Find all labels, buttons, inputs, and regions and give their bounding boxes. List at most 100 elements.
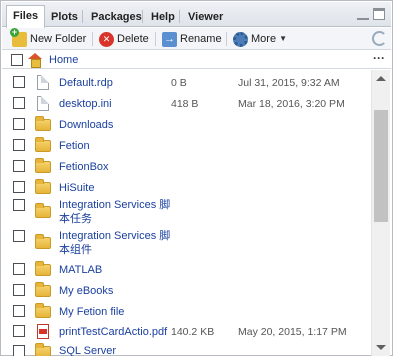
tab-help[interactable]: Help <box>144 6 182 27</box>
more-menu-button[interactable]: More ▼ <box>233 30 287 48</box>
toolbar-divider <box>226 32 227 46</box>
pane-tab-bar: Files Plots Packages Help Viewer <box>2 2 391 28</box>
select-all-checkbox[interactable] <box>11 54 23 66</box>
row-checkbox[interactable] <box>13 118 25 130</box>
list-item[interactable]: Fetion <box>2 136 371 154</box>
files-pane: Files Plots Packages Help Viewer New Fol… <box>0 0 393 356</box>
delete-button[interactable]: Delete <box>99 30 149 48</box>
folder-icon <box>35 158 51 173</box>
folder-icon <box>35 261 51 276</box>
pdf-file-icon <box>37 324 49 339</box>
file-size: 418 B <box>171 98 199 110</box>
gear-icon <box>233 31 248 47</box>
list-item[interactable]: printTestCardActio.pdf 140.2 KB May 20, … <box>2 322 371 340</box>
row-checkbox[interactable] <box>13 263 25 275</box>
file-size: 140.2 KB <box>171 326 215 338</box>
tab-packages[interactable]: Packages <box>84 6 149 27</box>
row-checkbox[interactable] <box>13 181 25 193</box>
list-item[interactable]: Default.rdp 0 B Jul 31, 2015, 9:32 AM <box>2 73 371 91</box>
file-modified: Jul 31, 2015, 9:32 AM <box>238 77 340 89</box>
file-icon <box>37 75 49 90</box>
file-name-link[interactable]: My Fetion file <box>59 305 124 319</box>
toolbar-divider <box>92 32 93 46</box>
rename-button[interactable]: Rename <box>162 30 222 48</box>
more-path-button[interactable]: ··· <box>373 51 385 65</box>
list-item[interactable]: Integration Services 脚 本任务 <box>2 197 371 227</box>
file-name-link[interactable]: Default.rdp <box>59 76 113 90</box>
list-item[interactable]: desktop.ini 418 B Mar 18, 2016, 3:20 PM <box>2 94 371 112</box>
list-item[interactable]: SQL Server <box>2 342 371 356</box>
file-name-link[interactable]: FetionBox <box>59 160 109 174</box>
file-name-link[interactable]: SQL Server <box>59 344 116 356</box>
row-checkbox[interactable] <box>13 160 25 172</box>
file-name-link[interactable]: Downloads <box>59 118 113 132</box>
folder-icon <box>35 282 51 297</box>
list-item[interactable]: FetionBox <box>2 157 371 175</box>
row-checkbox[interactable] <box>13 76 25 88</box>
rename-label: Rename <box>180 33 222 45</box>
list-item[interactable]: Downloads <box>2 115 371 133</box>
minimize-pane-icon[interactable] <box>357 11 369 20</box>
tab-plots[interactable]: Plots <box>44 6 85 27</box>
files-toolbar: New Folder Delete Rename More ▼ <box>2 27 391 50</box>
breadcrumb-home-link[interactable]: Home <box>49 52 78 68</box>
folder-icon <box>35 303 51 318</box>
file-name-link[interactable]: MATLAB <box>59 263 102 277</box>
tab-divider <box>142 10 143 23</box>
scroll-up-arrow-icon[interactable] <box>376 76 386 81</box>
new-folder-label: New Folder <box>30 33 87 45</box>
list-item[interactable]: My Fetion file <box>2 302 371 320</box>
file-list: Default.rdp 0 B Jul 31, 2015, 9:32 AM de… <box>2 70 371 356</box>
file-name-link[interactable]: printTestCardActio.pdf <box>59 325 167 339</box>
more-label: More <box>251 33 277 45</box>
folder-icon <box>35 203 51 218</box>
tab-viewer[interactable]: Viewer <box>181 6 230 27</box>
file-name-link[interactable]: My eBooks <box>59 284 113 298</box>
rename-icon <box>162 31 177 47</box>
row-checkbox[interactable] <box>13 139 25 151</box>
tab-divider <box>82 10 83 23</box>
breadcrumb: Home ··· <box>2 51 391 69</box>
new-folder-button[interactable]: New Folder <box>10 27 87 48</box>
row-checkbox[interactable] <box>13 97 25 109</box>
toolbar-divider <box>155 32 156 46</box>
chevron-down-icon: ▼ <box>279 34 287 43</box>
refresh-icon[interactable] <box>372 31 387 46</box>
vertical-scrollbar[interactable] <box>371 70 390 356</box>
new-folder-icon <box>10 27 27 47</box>
file-name-link[interactable]: HiSuite <box>59 181 94 195</box>
tab-files[interactable]: Files <box>6 5 46 28</box>
folder-icon <box>35 179 51 194</box>
row-checkbox[interactable] <box>13 345 25 356</box>
maximize-pane-icon[interactable] <box>373 8 385 20</box>
file-name-link[interactable]: Fetion <box>59 139 90 153</box>
home-icon[interactable] <box>28 53 42 68</box>
file-name-link-continued[interactable]: 本组件 <box>59 243 92 257</box>
tab-divider <box>179 10 180 23</box>
scrollbar-thumb[interactable] <box>374 110 388 222</box>
file-size: 0 B <box>171 77 187 89</box>
row-checkbox[interactable] <box>13 284 25 296</box>
list-item[interactable]: MATLAB <box>2 260 371 278</box>
list-item[interactable]: Integration Services 脚 本组件 <box>2 228 371 258</box>
folder-icon <box>35 137 51 152</box>
list-item[interactable]: My eBooks <box>2 281 371 299</box>
delete-label: Delete <box>117 33 149 45</box>
file-name-link[interactable]: Integration Services 脚 <box>59 198 170 212</box>
file-name-link-continued[interactable]: 本任务 <box>59 212 92 226</box>
file-modified: Mar 18, 2016, 3:20 PM <box>238 98 345 110</box>
list-item[interactable]: HiSuite <box>2 178 371 196</box>
file-icon <box>37 96 49 111</box>
file-name-link[interactable]: desktop.ini <box>59 97 112 111</box>
file-name-link[interactable]: Integration Services 脚 <box>59 229 170 243</box>
folder-icon <box>35 116 51 131</box>
folder-icon <box>35 343 51 356</box>
row-checkbox[interactable] <box>13 230 25 242</box>
row-checkbox[interactable] <box>13 305 25 317</box>
file-modified: May 20, 2015, 1:17 PM <box>238 326 347 338</box>
folder-icon <box>35 234 51 249</box>
scroll-down-arrow-icon[interactable] <box>376 345 386 350</box>
delete-icon <box>99 31 114 47</box>
row-checkbox[interactable] <box>13 199 25 211</box>
row-checkbox[interactable] <box>13 325 25 337</box>
